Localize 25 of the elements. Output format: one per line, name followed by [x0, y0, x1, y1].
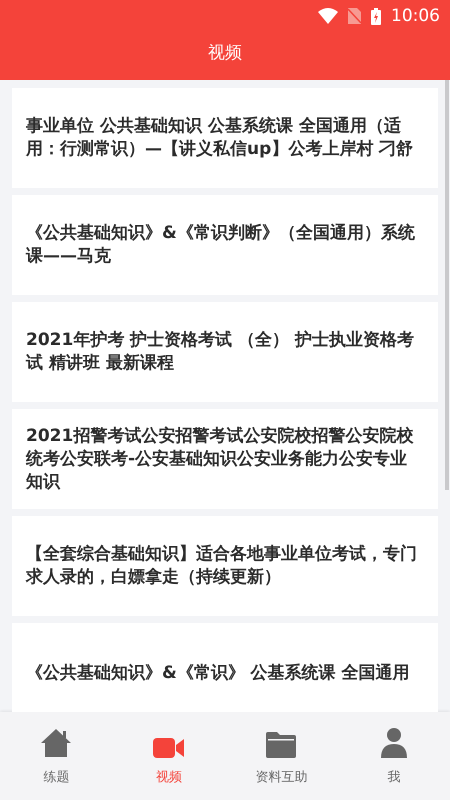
- video-camera-icon: [152, 738, 185, 758]
- video-card[interactable]: 《公共基础知识》&《常识判断》（全国通用）系统课——马克: [12, 195, 438, 295]
- video-card[interactable]: 《公共基础知识》&《常识》 公基系统课 全国通用: [12, 623, 438, 712]
- video-title: 2021招警考试公安招警考试公安院校招警公安院校统考公安联考-公安基础知识公安业务能力公安专业知识: [26, 424, 414, 494]
- person-icon: [380, 728, 407, 758]
- video-card[interactable]: 2021招警考试公安招警考试公安院校招警公安院校统考公安联考-公安基础知识公安业务能力公安专业知识: [12, 409, 438, 509]
- video-title: 《公共基础知识》&《常识》 公基系统课 全国通用: [26, 662, 410, 684]
- scrollbar[interactable]: [445, 80, 449, 490]
- page-title: 视频: [207, 42, 243, 64]
- video-card[interactable]: 2021年护考 护士资格考试 （全） 护士执业资格考试 精讲班 最新课程: [12, 302, 438, 402]
- video-card[interactable]: 【全套综合基础知识】适合各地事业单位考试，专门求人录的，白嫖拿走（持续更新）: [12, 516, 438, 616]
- nav-tab[interactable]: 资料互助: [225, 712, 338, 800]
- video-title: 《公共基础知识》&《常识判断》（全国通用）系统课——马克: [26, 222, 416, 268]
- video-title: 【全套综合基础知识】适合各地事业单位考试，专门求人录的，白嫖拿走（持续更新）: [26, 543, 418, 589]
- nav-tab[interactable]: 我: [338, 712, 450, 800]
- video-title: 2021年护考 护士资格考试 （全） 护士执业资格考试 精讲班 最新课程: [26, 329, 416, 375]
- wifi-icon: [318, 8, 338, 24]
- video-card[interactable]: 事业单位 公共基础知识 公基系统课 全国通用（适用：行测常识）—【讲义私信up】公考上岸村 刁舒: [12, 88, 438, 188]
- clock: 10:06: [391, 6, 440, 26]
- folder-icon: [266, 732, 296, 758]
- no-sim-icon: [348, 8, 361, 24]
- video-title: 事业单位 公共基础知识 公基系统课 全国通用（适用：行测常识）—【讲义私信up】公考上岸村 刁舒: [26, 115, 414, 161]
- nav-tab[interactable]: 练题: [0, 712, 112, 800]
- battery-icon: [371, 8, 381, 24]
- home-icon: [40, 728, 72, 758]
